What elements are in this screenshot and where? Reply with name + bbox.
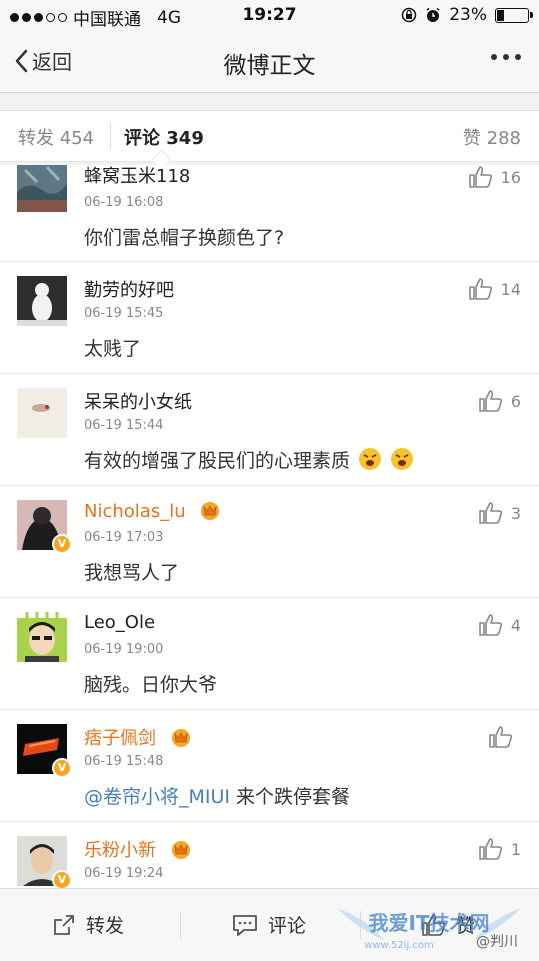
like-post-button[interactable]: 赞 — [422, 911, 475, 938]
toolbar-divider — [360, 911, 361, 939]
comment-text: @卷帘小将_MIUI 来个跌停套餐 — [84, 782, 350, 809]
status-bar: 中国联通 4G 19:27 23% — [0, 0, 539, 32]
thumbs-up-icon — [468, 278, 492, 300]
like-button[interactable]: 14 — [468, 278, 521, 300]
repost-label: 转发 — [86, 915, 125, 937]
angry-emoji-icon — [391, 448, 414, 470]
comment-icon — [233, 914, 257, 936]
toolbar-divider — [180, 911, 181, 939]
comment-time: 06-19 17:03 — [84, 530, 164, 545]
back-button[interactable]: 返回 — [14, 46, 72, 75]
tab-repost[interactable]: 转发 454 — [18, 124, 94, 150]
avatar[interactable] — [17, 165, 67, 212]
battery-percent: 23% — [449, 5, 487, 25]
thumbs-up-icon — [479, 390, 502, 412]
tab-comment-label: 评论 — [124, 128, 160, 149]
angry-emoji-icon — [359, 448, 382, 470]
comment-time: 06-19 19:24 — [84, 866, 164, 881]
avatar[interactable] — [17, 276, 67, 326]
vip-crown-icon — [171, 841, 190, 859]
username[interactable]: 勤劳的好吧 — [84, 276, 174, 302]
comment-item: 呆呆的小女纸 06-19 15:44 有效的增强了股民们的心理素质 6 — [0, 374, 539, 486]
username[interactable]: 呆呆的小女纸 — [84, 388, 192, 414]
battery-icon — [495, 7, 533, 23]
comment-button[interactable]: 评论 — [232, 911, 306, 938]
mention-link[interactable]: @卷帘小将_MIUI — [84, 786, 230, 808]
verified-badge: V — [52, 758, 72, 778]
comment-item: V 乐粉小新 06-19 19:24 1 — [0, 822, 539, 888]
like-button[interactable]: 3 — [479, 502, 521, 524]
comment-time: 06-19 16:08 — [84, 195, 164, 210]
alarm-icon — [426, 7, 440, 22]
comment-time: 06-19 15:48 — [84, 754, 164, 769]
comment-tabs: 转发 454 评论 349 赞 288 — [0, 110, 539, 169]
like-count: 3 — [510, 503, 521, 523]
verified-badge: V — [52, 534, 72, 554]
bottom-toolbar: 转发 评论 赞 — [0, 888, 539, 961]
comment-time: 06-19 15:45 — [84, 306, 164, 321]
username-text: 痞子佩剑 — [84, 728, 156, 749]
comment-text: 有效的增强了股民们的心理素质 — [84, 446, 414, 473]
comment-time: 06-19 15:44 — [84, 418, 164, 433]
like-label: 赞 — [456, 915, 476, 937]
like-button[interactable]: 1 — [479, 838, 521, 860]
username-text: 乐粉小新 — [84, 840, 156, 861]
like-count: 14 — [500, 279, 521, 299]
username-text: Nicholas_lu — [84, 501, 186, 522]
verified-badge: V — [52, 870, 72, 888]
tab-divider — [110, 123, 111, 149]
thumbs-up-icon — [479, 502, 502, 524]
status-right: 23% — [401, 5, 533, 25]
page-title: 微博正文 — [223, 53, 316, 79]
comment-text-body: 有效的增强了股民们的心理素质 — [84, 450, 351, 472]
comment-item: V 痞子佩剑 06-19 15:48 @卷帘小将_MIUI 来个跌停套餐 — [0, 710, 539, 822]
username[interactable]: Leo_Ole — [84, 612, 155, 633]
thumbs-up-icon — [422, 913, 446, 936]
comment-text-body: 来个跌停套餐 — [230, 786, 351, 808]
like-count: 1 — [510, 839, 521, 859]
like-count: 16 — [500, 167, 521, 187]
comment-item: Leo_Ole 06-19 19:00 脑残。日你大爷 4 — [0, 598, 539, 710]
repost-icon — [54, 914, 74, 935]
vip-crown-icon — [171, 729, 190, 747]
comment-text: 我想骂人了 — [84, 562, 180, 584]
like-count: 4 — [510, 615, 521, 635]
comment-item: 蜂窝玉米118 06-19 16:08 你们雷总帽子换颜色了? 16 — [0, 165, 539, 262]
avatar[interactable] — [17, 612, 67, 662]
comment-item: 勤劳的好吧 06-19 15:45 太贱了 14 — [0, 262, 539, 374]
thumbs-up-icon — [468, 166, 492, 188]
thumbs-up-icon — [479, 614, 502, 636]
username[interactable]: 痞子佩剑 — [84, 724, 192, 750]
comment-text: 太贱了 — [84, 338, 142, 360]
comment-time: 06-19 19:00 — [84, 642, 164, 657]
comment-label: 评论 — [268, 915, 307, 937]
like-count: 6 — [510, 391, 521, 411]
more-options-icon[interactable] — [491, 54, 521, 60]
tab-like[interactable]: 赞 288 — [463, 124, 521, 150]
comment-item: V Nicholas_lu 06-19 17:03 我想骂人了 3 — [0, 486, 539, 598]
comment-list[interactable]: 蜂窝玉米118 06-19 16:08 你们雷总帽子换颜色了? 16 勤劳的好吧… — [0, 165, 539, 888]
nav-bar: 返回 微博正文 — [0, 32, 539, 93]
like-button[interactable]: 6 — [479, 390, 521, 412]
back-label: 返回 — [32, 50, 72, 74]
like-button[interactable]: 4 — [479, 614, 521, 636]
comment-text: 脑残。日你大爷 — [84, 674, 218, 696]
like-button[interactable]: 16 — [468, 166, 521, 188]
avatar[interactable] — [17, 388, 67, 438]
chevron-left-icon — [15, 49, 28, 72]
username[interactable]: 乐粉小新 — [84, 836, 192, 862]
thumbs-up-icon — [479, 838, 502, 860]
comment-text: 你们雷总帽子换颜色了? — [84, 227, 285, 249]
repost-button[interactable]: 转发 — [52, 911, 124, 938]
like-button[interactable] — [489, 726, 521, 748]
username[interactable]: 蜂窝玉米118 — [84, 165, 190, 188]
vip-crown-icon — [201, 502, 220, 520]
rotation-lock-icon — [401, 7, 417, 23]
thumbs-up-icon — [489, 726, 513, 748]
username[interactable]: Nicholas_lu — [84, 500, 221, 522]
tab-comment[interactable]: 评论 349 — [124, 124, 204, 150]
tab-comment-count: 349 — [166, 128, 204, 149]
